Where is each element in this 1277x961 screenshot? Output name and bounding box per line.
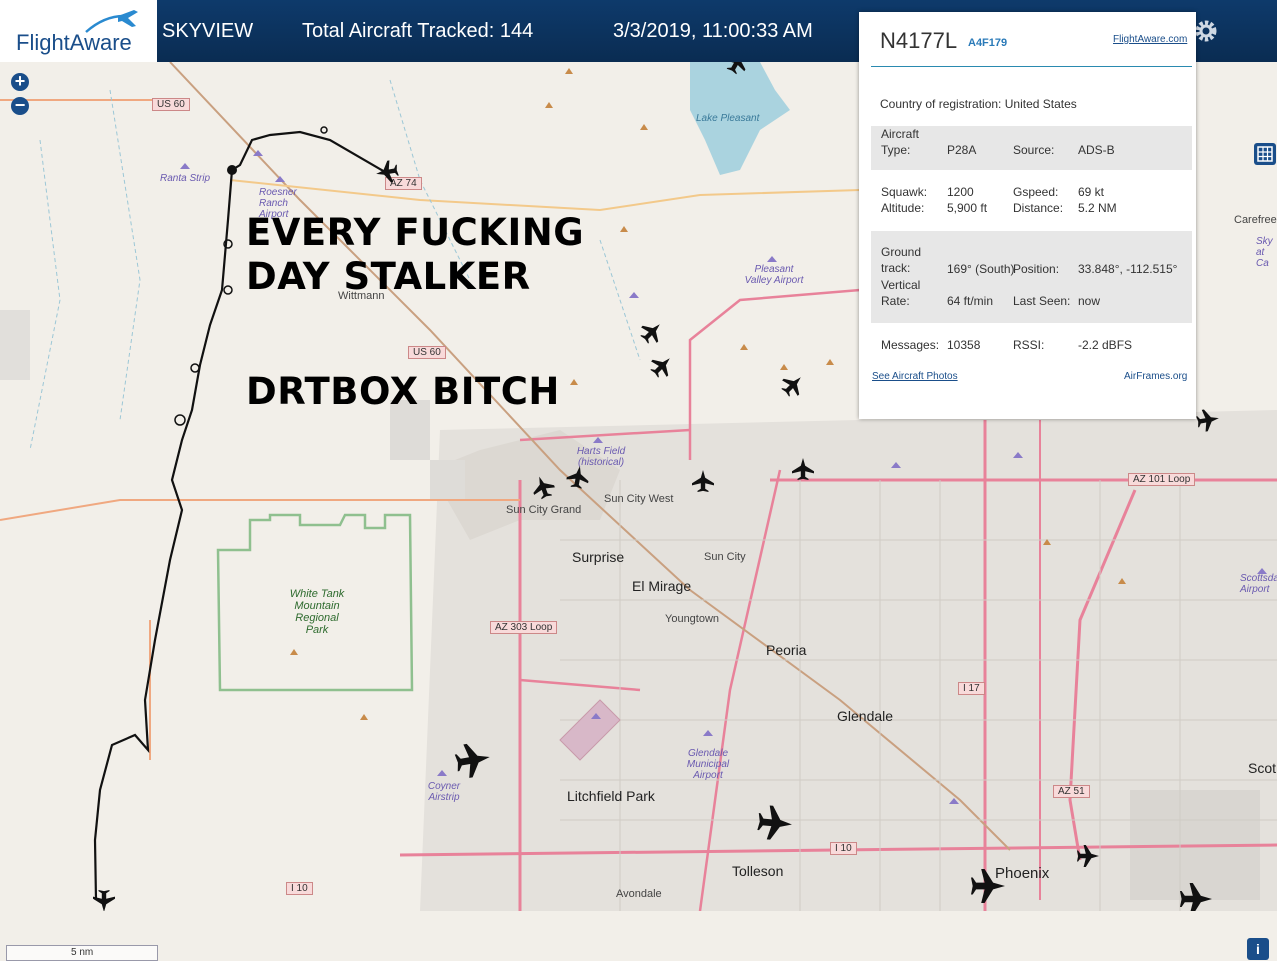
aircraft-icon	[636, 316, 668, 348]
total-aircraft-count: Total Aircraft Tracked: 144	[302, 20, 534, 42]
aircraft-icon	[374, 159, 400, 185]
gear-icon[interactable]	[1193, 18, 1219, 44]
aircraft-icon	[1077, 845, 1099, 867]
squawk-label: Squawk:	[881, 185, 928, 199]
see-aircraft-photos-link[interactable]: See Aircraft Photos	[872, 371, 958, 382]
altitude-label: Altitude:	[881, 201, 925, 215]
last-seen-label: Last Seen:	[1013, 294, 1071, 308]
ground-track-label: Ground track:	[881, 245, 922, 275]
scale-label: 5 nm	[71, 947, 94, 958]
country-of-registration: Country of registration: United States	[880, 97, 1077, 111]
datetime: 3/3/2019, 11:00:33 AM	[613, 20, 813, 42]
position-label: Position:	[1013, 262, 1060, 276]
position-value: 33.848°, -112.515°	[1078, 262, 1178, 276]
country-label: Country of registration:	[880, 97, 1002, 111]
aircraft-icon	[453, 740, 493, 780]
altitude-value: 5,900 ft	[947, 201, 988, 215]
rssi-label: RSSI:	[1013, 338, 1045, 352]
aircraft-icon	[93, 890, 115, 911]
airframes-link[interactable]: AirFrames.org	[1124, 371, 1187, 382]
aircraft-icon	[792, 458, 814, 480]
map-scale: 5 nm	[6, 945, 158, 961]
row-track-position: Ground track: 169° (South) Position: 33.…	[871, 231, 1192, 323]
aircraft-icon	[646, 350, 678, 382]
aircraft-icon	[721, 62, 753, 78]
aircraft-icon	[1180, 883, 1212, 911]
aircraft-icon	[777, 369, 809, 401]
messages-value: 10358	[947, 338, 981, 352]
last-seen-value: now	[1078, 294, 1101, 308]
rssi-value: -2.2 dBFS	[1078, 338, 1133, 352]
panel-divider	[871, 66, 1192, 67]
aircraft-icon	[692, 470, 714, 492]
layers-button[interactable]	[1254, 143, 1276, 165]
caption-line-2: DAY STALKER	[246, 255, 531, 298]
aircraft-icon	[756, 804, 794, 842]
aircraft-type-value: P28A	[947, 143, 977, 157]
messages-label: Messages:	[881, 338, 940, 352]
aircraft-icon	[565, 464, 591, 490]
plane-logo-icon	[85, 10, 138, 33]
vertical-rate-value: 64 ft/min	[947, 294, 994, 308]
app-name: SKYVIEW	[162, 20, 254, 42]
aircraft-type-label: Aircraft Type:	[881, 127, 920, 157]
caption-line-3: DRTBOX BITCH	[246, 370, 560, 413]
aircraft-detail-panel: N4177L A4F179 FlightAware.com Country of…	[859, 12, 1196, 419]
source-label: Source:	[1013, 143, 1055, 157]
country-value: United States	[1004, 97, 1077, 111]
gspeed-value: 69 kt	[1078, 185, 1105, 199]
flightaware-link[interactable]: FlightAware.com	[1113, 34, 1187, 45]
vertical-rate-label: Vertical Rate:	[881, 278, 921, 308]
row-type-source: Aircraft Type: P28A Source: ADS-B	[871, 126, 1192, 170]
distance-label: Distance:	[1013, 201, 1064, 215]
flightaware-logo[interactable]: FlightAware	[0, 0, 157, 62]
row-squawk-altitude: Squawk: 1200 Gspeed: 69 kt Altitude: 5,9…	[871, 184, 1192, 220]
ground-track-value: 169° (South)	[947, 262, 1015, 276]
aircraft-icon	[528, 472, 558, 502]
squawk-value: 1200	[947, 185, 974, 199]
row-messages-rssi: Messages: 10358 RSSI: -2.2 dBFS	[871, 337, 1192, 357]
caption-line-1: EVERY FUCKING	[246, 211, 585, 254]
grid-icon	[1257, 146, 1273, 162]
aircraft-registration: N4177L	[880, 28, 958, 53]
aircraft-icon	[971, 869, 1005, 903]
source-value: ADS-B	[1078, 143, 1115, 157]
distance-value: 5.2 NM	[1078, 201, 1117, 215]
zoom-out-button[interactable]: −	[11, 96, 29, 115]
aircraft-hex: A4F179	[968, 37, 1008, 49]
gspeed-label: Gspeed:	[1013, 185, 1059, 199]
zoom-in-button[interactable]: +	[11, 72, 29, 91]
info-button[interactable]: i	[1247, 938, 1269, 960]
aircraft-icon	[1195, 407, 1221, 433]
